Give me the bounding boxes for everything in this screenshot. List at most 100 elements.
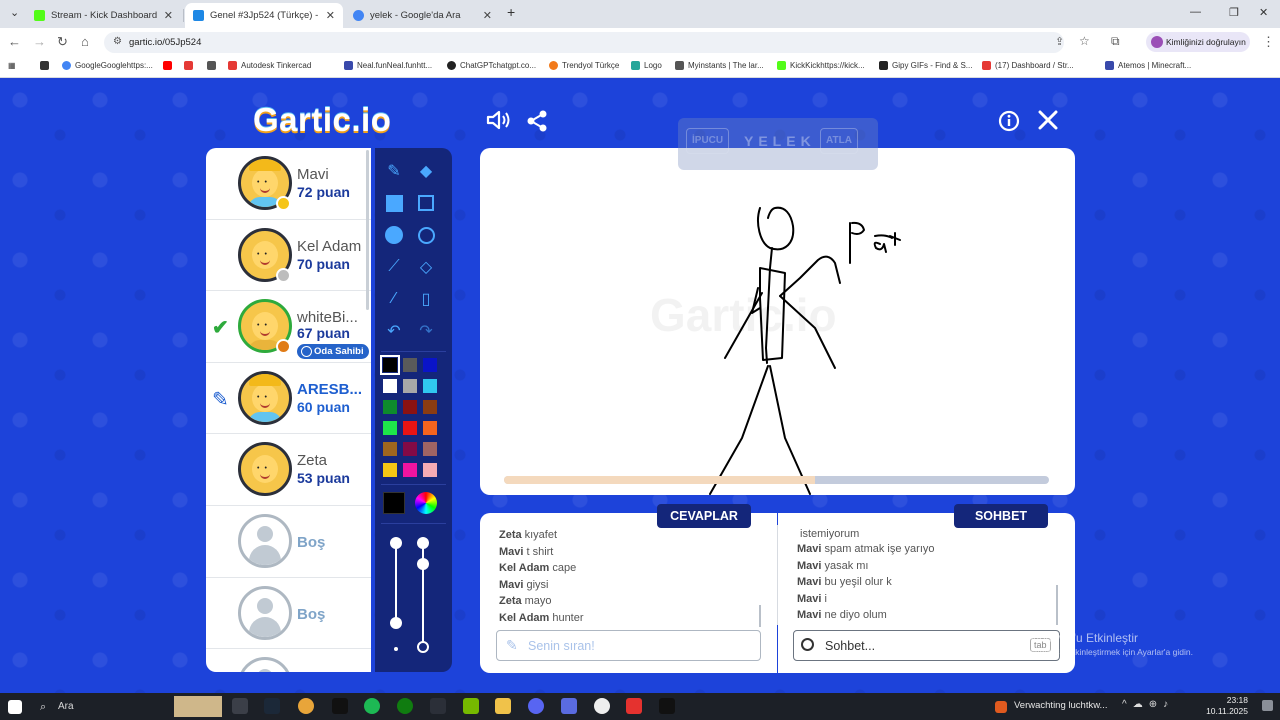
task-view-icon[interactable] [232,698,248,714]
color-swatch[interactable] [383,421,397,435]
color-swatch[interactable] [383,400,397,414]
bookmark-item[interactable]: Autodesk Tinkercad [228,61,311,70]
color-swatch[interactable] [403,421,417,435]
minimize-icon[interactable]: — [1190,6,1201,18]
bookmark-item[interactable]: Gipy GIFs - Find & S... [879,61,972,70]
discord-icon[interactable] [528,698,544,714]
xbox-icon[interactable] [397,698,413,714]
forward-icon[interactable]: → [33,34,46,49]
filled-circle-icon[interactable] [382,223,406,247]
color-swatch[interactable] [403,442,417,456]
circle-icon[interactable] [414,223,438,247]
sound-icon[interactable] [485,109,511,131]
player-row[interactable]: •• Kel Adam 70 puan [206,220,371,292]
bookmark-item[interactable]: KickKickhttps://kick... [777,61,865,70]
color-swatch[interactable] [423,379,437,393]
menu-icon[interactable]: ⋮ [1262,34,1275,50]
spotify-icon[interactable] [364,698,380,714]
color-swatch[interactable] [403,358,417,372]
color-swatch[interactable] [423,442,437,456]
gartic-logo[interactable]: Gartic.io [253,101,391,139]
player-row[interactable]: •• Zeta 53 puan [206,434,371,506]
redo-icon[interactable]: ↷ [414,319,438,343]
bookmark-item[interactable] [40,61,53,70]
system-tray-icons[interactable]: ^☁⊕♪ [1122,699,1174,710]
fill-bucket-icon[interactable]: ◆ [414,159,438,183]
player-row[interactable]: ✔ •• whiteBi... 67 puan Oda Sahibi [206,291,371,363]
taskbar-search[interactable]: ⌕ Ara [32,696,222,717]
chat-input[interactable]: Sohbet... tab [793,630,1060,661]
bookmark-item[interactable] [163,61,176,70]
color-swatch[interactable] [383,379,397,393]
back-icon[interactable]: ← [8,34,21,49]
empty-slot[interactable] [206,649,371,672]
share-icon[interactable] [526,110,548,132]
bookmark-item[interactable]: Myinstants | The lar... [675,61,764,70]
answers-header[interactable]: CEVAPLAR [657,504,751,528]
start-icon[interactable] [8,700,22,714]
bookmark-item[interactable]: Atemos | Minecraft... [1105,61,1191,70]
site-info-icon[interactable]: ⚙ [113,36,122,47]
brush-size-track[interactable] [395,543,397,623]
app-icon[interactable] [561,698,577,714]
install-app-icon[interactable]: ⇪ [1055,35,1064,48]
verify-identity-button[interactable]: Kimliğinizi doğrulayın [1146,32,1250,52]
color-swatch[interactable] [423,421,437,435]
color-swatch[interactable] [403,379,417,393]
undo-icon[interactable]: ↶ [382,319,406,343]
player-row[interactable]: •• Mavi 72 puan [206,148,371,220]
epic-games-icon[interactable] [659,698,675,714]
bookmark-item[interactable] [184,61,197,70]
extensions-icon[interactable]: ⧉ [1111,34,1120,49]
color-swatch[interactable] [383,442,397,456]
bookmark-star-icon[interactable]: ☆ [1079,34,1090,48]
bookmark-item[interactable]: ChatGPTchatgpt.co... [447,61,536,70]
apps-icon[interactable]: ▦ [8,61,16,70]
close-icon[interactable]: ✕ [326,9,335,22]
opacity-top-knob[interactable] [417,537,429,549]
skip-button[interactable]: ATLA [820,128,858,154]
weather-text[interactable]: Verwachting luchtkw... [1014,700,1107,711]
bookmark-item[interactable]: Trendyol Türkçe [549,61,619,70]
tab-gartic[interactable]: Genel #3Jp524 (Türkçe) - Gartic ✕ [185,3,343,28]
drawing-canvas[interactable]: Gartic.io [480,148,1075,495]
clear-page-icon[interactable]: ▯ [414,287,438,311]
close-icon[interactable] [1038,110,1058,130]
color-swatch[interactable] [403,400,417,414]
players-scrollbar[interactable] [366,150,369,310]
home-icon[interactable]: ⌂ [81,34,89,49]
obs-icon[interactable] [594,698,610,714]
tab-google-search[interactable]: yelek - Google'da Ara ✕ [345,3,500,28]
color-swatch[interactable] [423,400,437,414]
tab-kick-dashboard[interactable]: Stream - Kick Dashboard ✕ [26,3,181,28]
hint-button[interactable]: İPUCU [686,128,730,154]
eraser-icon[interactable]: ◇ [414,255,438,279]
filled-rectangle-icon[interactable] [382,191,406,215]
nvidia-icon[interactable] [463,698,479,714]
bookmark-item[interactable]: GoogleGooglehttps:... [62,61,153,70]
close-icon[interactable]: ✕ [483,9,492,22]
app-icon[interactable] [626,698,642,714]
steam-icon[interactable] [264,698,280,714]
chat-header[interactable]: SOHBET [954,504,1048,528]
bookmark-item[interactable]: Logo [631,61,662,70]
close-icon[interactable]: ✕ [164,9,173,22]
bookmark-item[interactable] [207,61,220,70]
answer-input[interactable]: ✎ Senin sıran! [496,630,761,661]
restore-icon[interactable]: ❐ [1229,6,1239,19]
opacity-knob[interactable] [417,558,429,570]
line-tool-icon[interactable]: ⟋ [382,255,406,279]
notifications-icon[interactable] [1262,700,1273,711]
bookmark-item[interactable]: (17) Dashboard / Str... [982,61,1074,70]
new-tab-icon[interactable]: + [507,4,515,20]
brush-size-knob[interactable] [390,617,402,629]
bookmark-item[interactable]: Neal.funNeal.funhtt... [344,61,432,70]
answers-scrollbar[interactable] [759,605,761,627]
rectangle-icon[interactable] [414,191,438,215]
color-picker-icon[interactable] [415,492,437,514]
taskbar-clock[interactable]: 23:18 10.11.2025 [1200,695,1248,717]
tab-search-icon[interactable]: ⌄ [10,6,19,19]
info-icon[interactable] [998,110,1020,132]
window-close-icon[interactable]: ✕ [1259,6,1268,19]
weather-icon[interactable] [995,701,1007,713]
